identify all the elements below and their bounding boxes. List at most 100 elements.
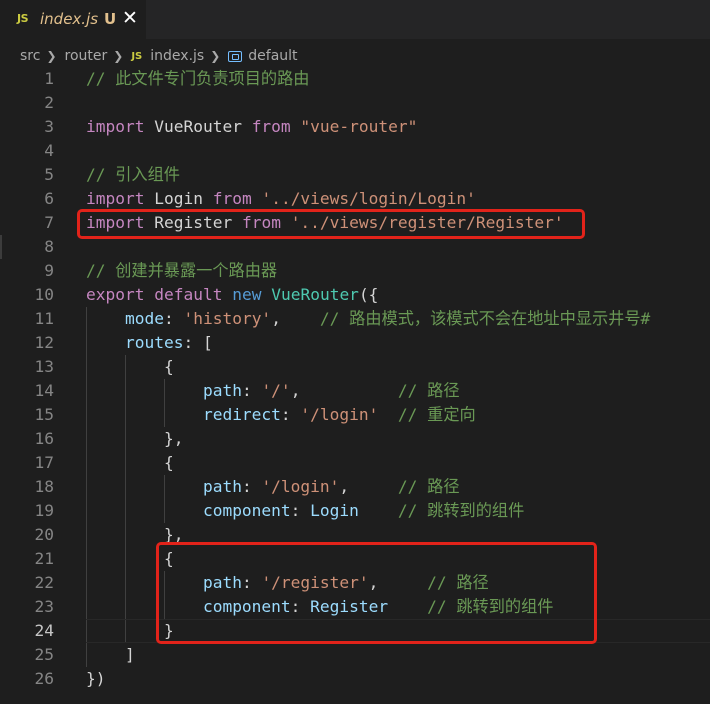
code-text: import Login from '../views/login/Login' [86,187,476,211]
line-number: 17 [34,453,55,472]
code-line[interactable]: 11 mode: 'history', // 路由模式，该模式不会在地址中显示井… [0,307,710,331]
code-line[interactable]: 18 path: '/login', // 路径 [0,475,710,499]
line-number: 12 [34,333,55,352]
line-number: 3 [44,117,54,136]
code-token: : [ [183,333,213,352]
code-line[interactable]: 2 [0,91,710,115]
code-token: : [163,309,184,328]
breadcrumb-src[interactable]: src [20,48,40,64]
code-token: : [241,477,262,496]
line-number: 14 [34,381,55,400]
code-token: Login [144,189,213,208]
code-text: routes: [ [86,331,213,355]
line-number: 10 [34,285,55,304]
breadcrumb-router[interactable]: router [65,48,108,64]
code-line[interactable]: 16 }, [0,427,710,451]
code-token: { [86,453,174,472]
close-icon[interactable]: ✕ [122,7,138,29]
code-line[interactable]: 25 ] [0,643,710,667]
code-line[interactable]: 15 redirect: '/login' // 重定向 [0,403,710,427]
code-token: routes [124,333,184,352]
line-number: 19 [34,501,55,520]
code-token: // 跳转到的组件 [397,501,525,520]
code-token: 'history' [183,309,272,328]
tab-index-js[interactable]: JS index.js U ✕ [0,0,146,39]
code-token: , [290,381,398,400]
code-token: // 路径 [397,477,460,496]
code-token: import [86,117,145,136]
code-line[interactable]: 12 routes: [ [0,331,710,355]
chevron-right-icon: ❯ [210,49,221,63]
code-token: '/login' [300,405,379,424]
javascript-file-icon: JS [131,50,143,62]
code-text: redirect: '/login' // 重定向 [86,403,476,427]
chevron-right-icon: ❯ [46,49,57,63]
code-line[interactable]: 9 // 创建并暴露一个路由器 [0,259,710,283]
code-token: redirect [202,405,281,424]
code-token: from [212,189,252,208]
code-token: // 创建并暴露一个路由器 [86,261,278,280]
code-token: "vue-router" [300,117,418,136]
line-number: 4 [44,141,54,160]
line-number: 20 [34,525,55,544]
code-line[interactable]: 6 import Login from '../views/login/Login… [0,187,710,211]
code-text: path: '/', // 路径 [86,379,460,403]
line-number: 8 [44,237,54,256]
code-line[interactable]: 26}) [0,667,710,691]
code-text: component: Login // 跳转到的组件 [86,499,524,523]
line-number: 22 [34,573,55,592]
code-token: path [202,477,242,496]
code-line[interactable]: 13 { [0,355,710,379]
code-token: VueRouter [271,285,359,304]
untracked-status-badge: U [104,10,117,28]
code-token: mode [124,309,164,328]
code-token: ({ [358,285,379,304]
chevron-right-icon: ❯ [113,49,124,63]
code-token: , [271,309,320,328]
code-line[interactable]: 4 [0,139,710,163]
code-line[interactable]: 10 export default new VueRouter({ [0,283,710,307]
code-line[interactable]: 3 import VueRouter from "vue-router" [0,115,710,139]
code-token: { [86,357,174,376]
code-line[interactable]: 5 // 引入组件 [0,163,710,187]
code-line[interactable]: 14 path: '/', // 路径 [0,379,710,403]
line-number: 18 [34,477,55,496]
code-line[interactable]: 1 // 此文件专门负责项目的路由 [0,67,710,91]
highlight-box-import-register [77,209,585,239]
breadcrumb-file[interactable]: index.js [150,48,204,64]
line-number: 21 [34,549,55,568]
line-number: 25 [34,645,55,664]
code-token: new [232,285,262,304]
code-token: // 引入组件 [86,165,180,184]
line-number: 11 [34,309,55,328]
line-number: 16 [34,429,55,448]
code-token: }) [86,669,106,688]
code-token: // 重定向 [397,405,476,424]
line-number: 24 [34,621,55,640]
code-token: import [86,189,145,208]
code-token: path [202,381,242,400]
javascript-file-icon: JS [17,12,29,25]
code-text: { [86,355,174,379]
code-text: import VueRouter from "vue-router" [86,115,417,139]
code-line[interactable]: 17 { [0,451,710,475]
code-line[interactable]: 19 component: Login // 跳转到的组件 [0,499,710,523]
line-number: 7 [44,213,54,232]
breadcrumb: src ❯ router ❯ JS index.js ❯ default [20,46,298,66]
tab-title[interactable]: index.js [40,10,98,28]
breadcrumb-symbol[interactable]: default [248,48,297,64]
code-token: // 此文件专门负责项目的路由 [86,69,310,88]
code-token: // 路由模式，该模式不会在地址中显示井号# [319,309,651,328]
code-token: VueRouter [144,117,252,136]
code-token: from [251,117,291,136]
